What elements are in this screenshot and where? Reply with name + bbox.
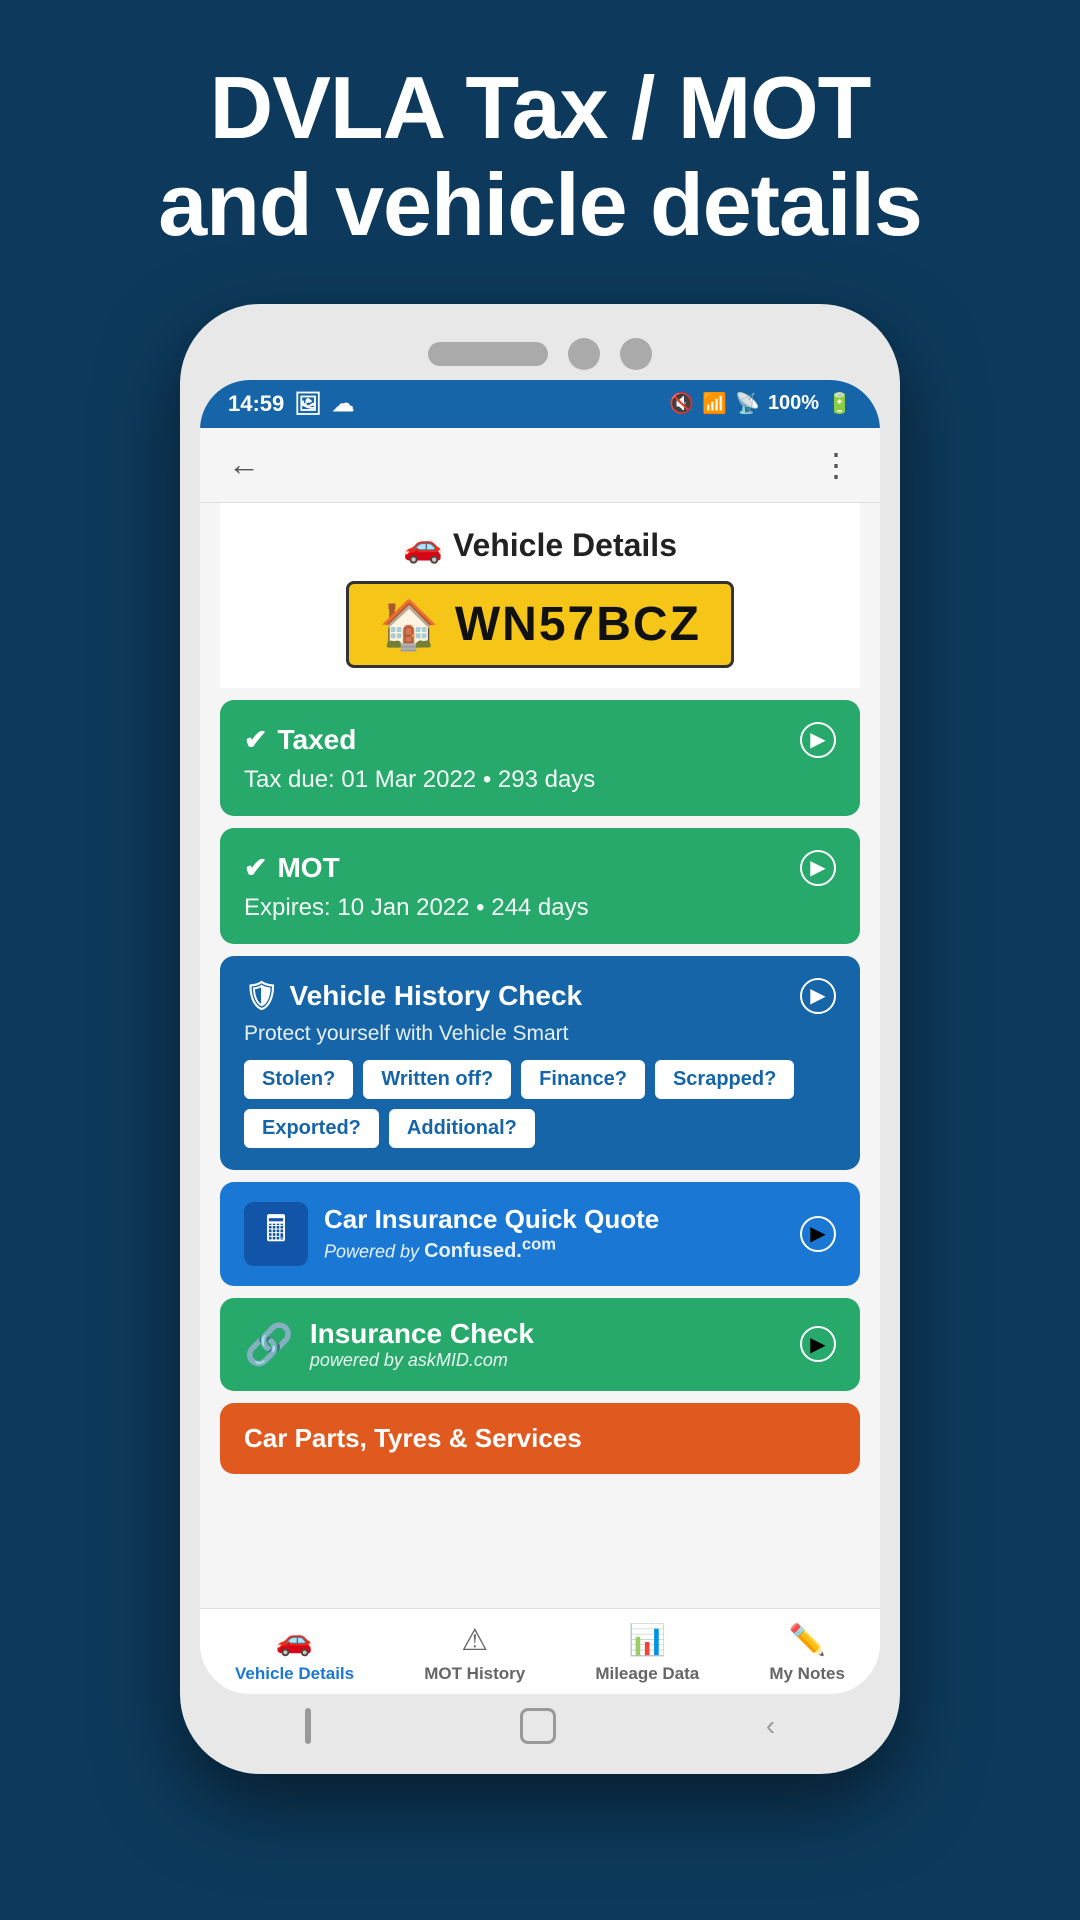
status-wifi-icon: 📶 bbox=[702, 391, 727, 416]
insurance-quote-title: Car Insurance Quick Quote bbox=[324, 1204, 784, 1235]
nav-vehicle-details[interactable]: 🚗 Vehicle Details bbox=[235, 1623, 354, 1684]
insurance-brand: Confused.com bbox=[424, 1240, 556, 1262]
badge-stolen[interactable]: Stolen? bbox=[244, 1060, 353, 1099]
mot-card-title: ✔ MOT bbox=[244, 851, 340, 884]
taxed-card-title: ✔ Taxed bbox=[244, 723, 356, 756]
insurance-quote-text: Car Insurance Quick Quote Powered by Con… bbox=[324, 1204, 784, 1264]
calculator-icon: 🖩 bbox=[265, 1203, 287, 1264]
phone-camera-right bbox=[620, 338, 652, 370]
badge-finance[interactable]: Finance? bbox=[521, 1060, 645, 1099]
insurance-quote-sub: Powered by Confused.com bbox=[324, 1235, 784, 1264]
nav-mileage-data[interactable]: 📊 Mileage Data bbox=[595, 1623, 699, 1684]
vehicle-title-section: 🚗 Vehicle Details 🏠 WN57BCZ bbox=[220, 503, 860, 688]
bottom-nav: 🚗 Vehicle Details ⚠ MOT History 📊 Mileag… bbox=[200, 1608, 880, 1694]
shield-icon: 🛡 bbox=[244, 979, 280, 1012]
gesture-back: ‹ bbox=[766, 1710, 775, 1742]
history-arrow: ▶ bbox=[800, 978, 836, 1014]
status-cloud-icon: ☁ bbox=[332, 391, 354, 417]
nav-mot-label: MOT History bbox=[424, 1664, 525, 1684]
mot-subtitle: Expires: 10 Jan 2022 • 244 days bbox=[244, 894, 836, 922]
mot-arrow: ▶ bbox=[800, 850, 836, 886]
gesture-bar bbox=[305, 1708, 311, 1744]
status-right: 🔇 📶 📡 100% 🔋 bbox=[669, 391, 852, 416]
nav-mot-history[interactable]: ⚠ MOT History bbox=[424, 1623, 525, 1684]
gesture-square bbox=[520, 1708, 556, 1744]
license-plate: 🏠 WN57BCZ bbox=[346, 581, 734, 668]
status-left: 14:59 🖼 ☁ bbox=[228, 391, 354, 417]
nav-vehicle-icon: 🚗 bbox=[276, 1623, 313, 1658]
check-badges-container: Stolen? Written off? Finance? Scrapped? … bbox=[244, 1060, 836, 1148]
status-image-icon: 🖼 bbox=[294, 391, 322, 417]
phone-bottom-gestures: ‹ bbox=[200, 1694, 880, 1754]
taxed-card-header: ✔ Taxed ▶ bbox=[244, 722, 836, 758]
taxed-check-icon: ✔ bbox=[244, 723, 267, 756]
page-header: DVLA Tax / MOT and vehicle details bbox=[78, 0, 1002, 304]
history-subtitle: Protect yourself with Vehicle Smart bbox=[244, 1022, 836, 1046]
history-label: Vehicle History Check bbox=[290, 980, 583, 1012]
share-button[interactable]: ⋮ bbox=[820, 446, 852, 484]
taxed-subtitle: Tax due: 01 Mar 2022 • 293 days bbox=[244, 766, 836, 794]
history-check-card[interactable]: 🛡 Vehicle History Check ▶ Protect yourse… bbox=[220, 956, 860, 1170]
partial-card-title: Car Parts, Tyres & Services bbox=[244, 1423, 582, 1453]
history-card-header: 🛡 Vehicle History Check ▶ bbox=[244, 978, 836, 1014]
status-bar: 14:59 🖼 ☁ 🔇 📶 📡 100% 🔋 bbox=[200, 380, 880, 428]
vehicle-title-text: Vehicle Details bbox=[453, 527, 677, 564]
phone-screen: 14:59 🖼 ☁ 🔇 📶 📡 100% 🔋 ← ⋮ 🚗 bbox=[200, 380, 880, 1694]
phone-shell: 14:59 🖼 ☁ 🔇 📶 📡 100% 🔋 ← ⋮ 🚗 bbox=[180, 304, 900, 1774]
header-line1: DVLA Tax / MOT bbox=[210, 58, 871, 157]
history-card-title: 🛡 Vehicle History Check bbox=[244, 979, 582, 1012]
phone-speaker bbox=[428, 342, 548, 366]
status-mute-icon: 🔇 bbox=[669, 391, 694, 416]
mot-label: MOT bbox=[277, 852, 339, 884]
badge-additional[interactable]: Additional? bbox=[389, 1109, 535, 1148]
nav-mileage-label: Mileage Data bbox=[595, 1664, 699, 1684]
ins-check-title: Insurance Check bbox=[310, 1318, 784, 1350]
status-signal-icon: 📡 bbox=[735, 391, 760, 416]
vehicle-title: 🚗 Vehicle Details bbox=[240, 527, 840, 565]
nav-notes-label: My Notes bbox=[769, 1664, 845, 1684]
plate-number: WN57BCZ bbox=[455, 597, 701, 652]
insurance-quote-card[interactable]: 🖩 Car Insurance Quick Quote Powered by C… bbox=[220, 1182, 860, 1286]
partial-orange-card[interactable]: Car Parts, Tyres & Services bbox=[220, 1403, 860, 1474]
taxed-label: Taxed bbox=[277, 724, 356, 756]
mot-check-icon: ✔ bbox=[244, 851, 267, 884]
badge-written-off[interactable]: Written off? bbox=[363, 1060, 511, 1099]
plate-garage-icon: 🏠 bbox=[379, 596, 441, 653]
screen-content: 🚗 Vehicle Details 🏠 WN57BCZ ✔ Taxed ▶ bbox=[200, 503, 880, 1608]
insurance-check-card[interactable]: 🔗 Insurance Check powered by askMID.com … bbox=[220, 1298, 860, 1391]
insurance-quote-icon-box: 🖩 bbox=[244, 1202, 308, 1266]
car-icon: 🚗 bbox=[403, 527, 443, 565]
app-bar: ← ⋮ bbox=[200, 428, 880, 503]
nav-my-notes[interactable]: ✏️ My Notes bbox=[769, 1623, 845, 1684]
taxed-arrow: ▶ bbox=[800, 722, 836, 758]
phone-top-bar bbox=[200, 324, 880, 380]
back-button[interactable]: ← bbox=[228, 446, 260, 483]
nav-notes-icon: ✏️ bbox=[788, 1623, 825, 1658]
link-icon: 🔗 bbox=[244, 1321, 294, 1368]
mot-card-header: ✔ MOT ▶ bbox=[244, 850, 836, 886]
ins-check-text: Insurance Check powered by askMID.com bbox=[310, 1318, 784, 1371]
badge-scrapped[interactable]: Scrapped? bbox=[655, 1060, 794, 1099]
status-battery-text: 100% bbox=[768, 392, 819, 415]
insurance-powered-by: Powered by bbox=[324, 1241, 419, 1261]
taxed-card[interactable]: ✔ Taxed ▶ Tax due: 01 Mar 2022 • 293 day… bbox=[220, 700, 860, 816]
nav-mot-icon: ⚠ bbox=[461, 1623, 488, 1658]
nav-vehicle-label: Vehicle Details bbox=[235, 1664, 354, 1684]
phone-camera-left bbox=[568, 338, 600, 370]
status-time: 14:59 bbox=[228, 391, 284, 417]
status-battery-icon: 🔋 bbox=[827, 391, 852, 416]
header-line2: and vehicle details bbox=[158, 155, 922, 254]
ins-check-arrow: ▶ bbox=[800, 1326, 836, 1362]
mot-card[interactable]: ✔ MOT ▶ Expires: 10 Jan 2022 • 244 days bbox=[220, 828, 860, 944]
ins-check-sub: powered by askMID.com bbox=[310, 1350, 784, 1371]
insurance-quote-arrow: ▶ bbox=[800, 1216, 836, 1252]
badge-exported[interactable]: Exported? bbox=[244, 1109, 379, 1148]
nav-mileage-icon: 📊 bbox=[629, 1623, 666, 1658]
